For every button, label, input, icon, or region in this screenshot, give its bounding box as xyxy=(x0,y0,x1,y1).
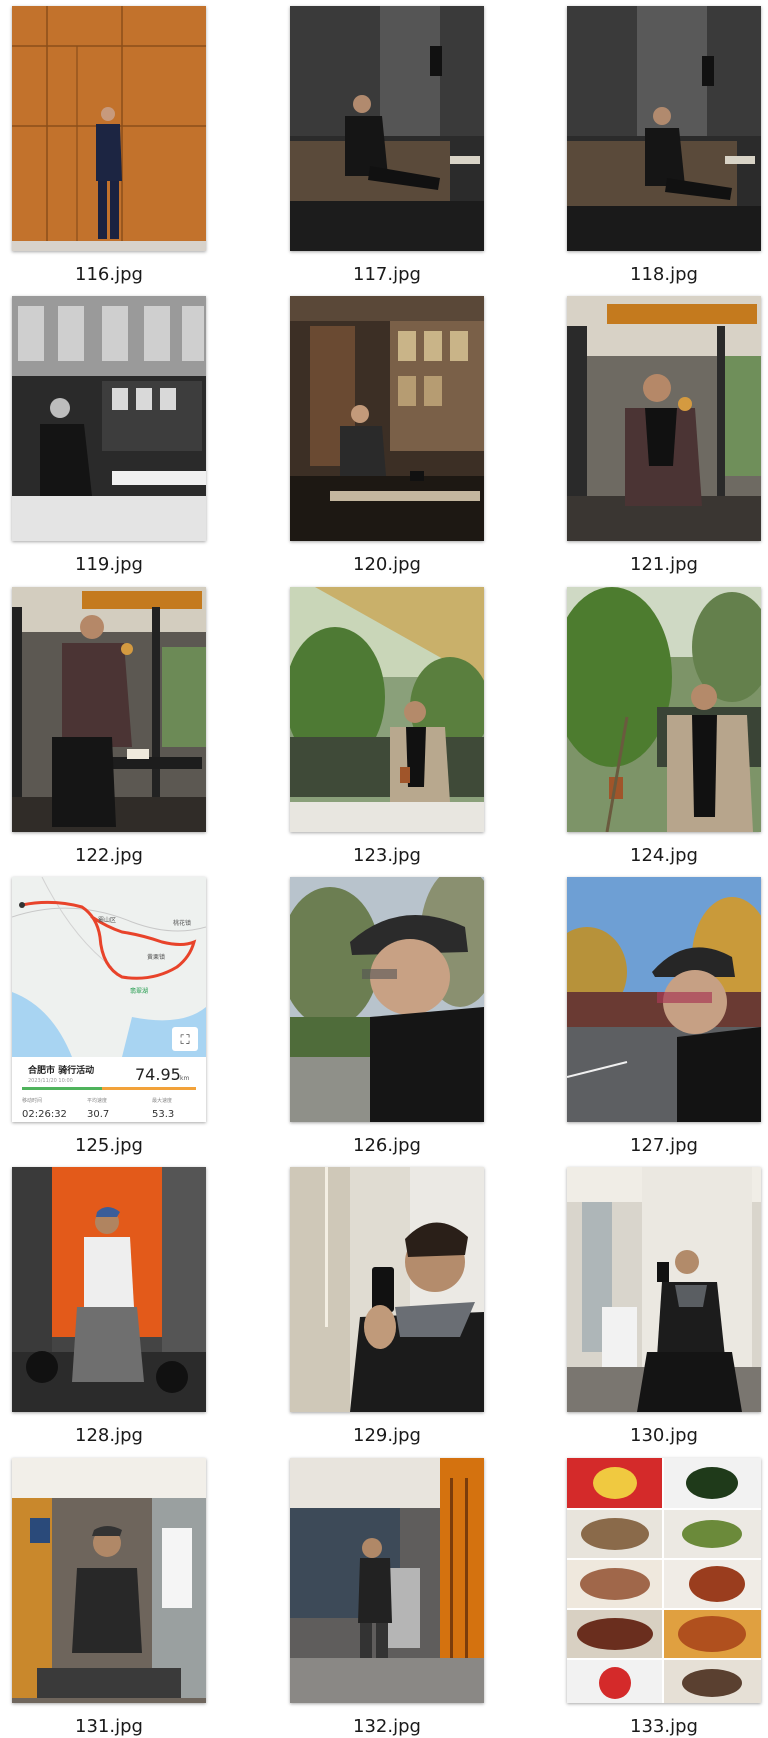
file-name[interactable]: 125.jpg xyxy=(12,1136,206,1156)
file-item[interactable]: 123.jpg xyxy=(290,587,484,867)
file-item[interactable]: 124.jpg xyxy=(567,587,761,867)
file-item[interactable]: 130.jpg xyxy=(567,1167,761,1447)
file-item[interactable]: 121.jpg xyxy=(567,296,761,576)
expand-icon: ⛶ xyxy=(179,1033,190,1048)
file-name[interactable]: 121.jpg xyxy=(567,555,761,575)
file-item[interactable]: 128.jpg xyxy=(12,1167,206,1447)
thumbnail[interactable] xyxy=(567,1458,761,1703)
map-stat-label: 平均速度 xyxy=(87,1097,107,1104)
map-place-label: 桃花镇 xyxy=(173,919,191,927)
thumbnail[interactable] xyxy=(12,587,206,832)
file-item[interactable]: 116.jpg xyxy=(12,6,206,286)
thumbnail[interactable] xyxy=(290,587,484,832)
file-name[interactable]: 120.jpg xyxy=(290,555,484,575)
file-name[interactable]: 116.jpg xyxy=(12,265,206,285)
map-activity-title: 合肥市 骑行活动 xyxy=(28,1064,94,1076)
file-item[interactable]: 桃花镇 蜀山区 黄栗镇 翡翠湖 ⛶ 合肥市 骑行活动 2023/11/20 10… xyxy=(12,877,206,1157)
map-stat-label: 移动时间 xyxy=(22,1097,42,1104)
file-name[interactable]: 128.jpg xyxy=(12,1426,206,1446)
file-item[interactable]: 117.jpg xyxy=(290,6,484,286)
thumbnail[interactable] xyxy=(290,1458,484,1703)
map-stat-value: 30.7 xyxy=(87,1109,109,1120)
thumbnail[interactable] xyxy=(12,6,206,251)
file-name[interactable]: 124.jpg xyxy=(567,846,761,866)
thumbnail[interactable] xyxy=(567,6,761,251)
file-item[interactable]: 131.jpg xyxy=(12,1458,206,1738)
thumbnail[interactable] xyxy=(567,587,761,832)
file-item[interactable]: 132.jpg xyxy=(290,1458,484,1738)
file-item[interactable]: 120.jpg xyxy=(290,296,484,576)
file-grid: 116.jpg 117.jpg 118.jpg 119.jpg 120.jpg … xyxy=(0,0,768,1737)
thumbnail[interactable] xyxy=(567,1167,761,1412)
file-item[interactable]: 118.jpg xyxy=(567,6,761,286)
file-name[interactable]: 119.jpg xyxy=(12,555,206,575)
map-stat-label: 最大速度 xyxy=(152,1097,172,1104)
thumbnail[interactable] xyxy=(290,296,484,541)
file-name[interactable]: 131.jpg xyxy=(12,1717,206,1737)
file-name[interactable]: 123.jpg xyxy=(290,846,484,866)
file-item[interactable]: 127.jpg xyxy=(567,877,761,1157)
file-name[interactable]: 126.jpg xyxy=(290,1136,484,1156)
map-distance-value: 74.95 xyxy=(135,1065,181,1084)
file-item[interactable]: 119.jpg xyxy=(12,296,206,576)
file-name[interactable]: 122.jpg xyxy=(12,846,206,866)
map-distance-unit: km xyxy=(180,1075,189,1082)
thumbnail[interactable] xyxy=(290,1167,484,1412)
file-item[interactable]: 133.jpg xyxy=(567,1458,761,1738)
thumbnail[interactable] xyxy=(12,1167,206,1412)
map-place-label: 翡翠湖 xyxy=(130,987,148,995)
file-item[interactable]: 126.jpg xyxy=(290,877,484,1157)
thumbnail[interactable] xyxy=(12,296,206,541)
map-stat-value: 02:26:32 xyxy=(22,1109,67,1120)
file-name[interactable]: 129.jpg xyxy=(290,1426,484,1446)
thumbnail[interactable] xyxy=(12,1458,206,1703)
map-activity-date: 2023/11/20 10:00 xyxy=(28,1078,73,1084)
thumbnail[interactable] xyxy=(290,6,484,251)
file-item[interactable]: 122.jpg xyxy=(12,587,206,867)
file-name[interactable]: 130.jpg xyxy=(567,1426,761,1446)
map-place-label: 蜀山区 xyxy=(98,916,116,924)
thumbnail[interactable] xyxy=(567,877,761,1122)
thumbnail[interactable] xyxy=(567,296,761,541)
thumbnail[interactable] xyxy=(290,877,484,1122)
file-name[interactable]: 117.jpg xyxy=(290,265,484,285)
file-name[interactable]: 132.jpg xyxy=(290,1717,484,1737)
file-name[interactable]: 127.jpg xyxy=(567,1136,761,1156)
map-stat-value: 53.3 xyxy=(152,1109,174,1120)
file-name[interactable]: 118.jpg xyxy=(567,265,761,285)
map-place-label: 黄栗镇 xyxy=(147,953,165,961)
file-name[interactable]: 133.jpg xyxy=(567,1717,761,1737)
thumbnail[interactable]: 桃花镇 蜀山区 黄栗镇 翡翠湖 ⛶ 合肥市 骑行活动 2023/11/20 10… xyxy=(12,877,206,1122)
file-item[interactable]: 129.jpg xyxy=(290,1167,484,1447)
